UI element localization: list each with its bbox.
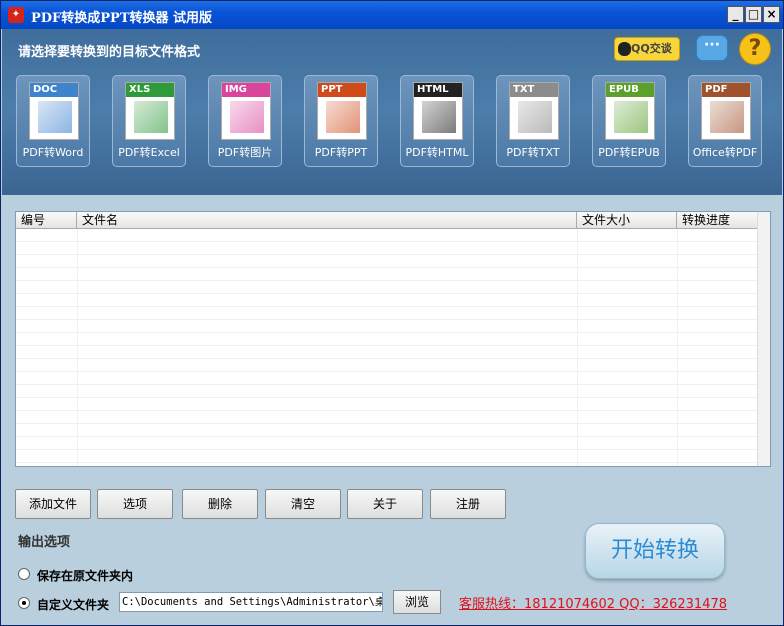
add-file-button[interactable]: 添加文件 — [15, 489, 91, 519]
clear-button[interactable]: 清空 — [265, 489, 341, 519]
format-label: PDF转TXT — [506, 146, 560, 159]
radio-original-label[interactable]: 保存在原文件夹内 — [37, 567, 133, 584]
delete-button[interactable]: 删除 — [182, 489, 258, 519]
format-band: HTML — [414, 83, 462, 97]
format-tile-epub[interactable]: EPUB PDF转EPUB — [592, 75, 666, 167]
format-label: PDF转图片 — [217, 146, 273, 159]
output-path-field[interactable]: C:\Documents and Settings\Administrator\… — [119, 592, 383, 612]
app-window: ✦ PDF转换成PPT转换器 试用版 _ □ × 请选择要转换到的目标文件格式 … — [0, 0, 784, 626]
table-row[interactable] — [16, 411, 758, 424]
table-row[interactable] — [16, 255, 758, 268]
format-art — [710, 101, 744, 133]
minimize-button[interactable]: _ — [727, 6, 744, 23]
format-label: PDF转Excel — [118, 146, 180, 159]
pdf-app-icon: ✦ — [8, 7, 24, 23]
format-label: Office转PDF — [692, 146, 758, 159]
title-bar: ✦ PDF转换成PPT转换器 试用版 _ □ × — [1, 1, 783, 29]
format-art — [134, 101, 168, 133]
format-tile-pdf[interactable]: PDF Office转PDF — [688, 75, 762, 167]
table-row[interactable] — [16, 320, 758, 333]
radio-original-indicator[interactable] — [18, 568, 30, 580]
question-icon[interactable]: ? — [739, 33, 771, 65]
format-tile-txt[interactable]: TXT PDF转TXT — [496, 75, 570, 167]
table-row[interactable] — [16, 333, 758, 346]
window-title: PDF转换成PPT转换器 试用版 — [31, 11, 213, 26]
format-band: PDF — [702, 83, 750, 97]
qq-chat-button[interactable]: QQ交谈 — [614, 37, 680, 61]
format-band: IMG — [222, 83, 270, 97]
output-options-title: 输出选项 — [18, 535, 71, 550]
epub-document-icon: EPUB — [605, 82, 655, 140]
format-art — [38, 101, 72, 133]
close-button[interactable]: × — [763, 6, 780, 23]
table-row[interactable] — [16, 398, 758, 411]
column-divider — [577, 229, 578, 466]
format-art — [614, 101, 648, 133]
maximize-button[interactable]: □ — [745, 6, 762, 23]
column-divider — [677, 229, 678, 466]
table-row[interactable] — [16, 437, 758, 450]
format-art — [326, 101, 360, 133]
format-art — [422, 101, 456, 133]
format-tile-doc[interactable]: DOC PDF转Word — [16, 75, 90, 167]
format-band: XLS — [126, 83, 174, 97]
table-scrollbar[interactable] — [757, 212, 770, 466]
file-table[interactable]: 编号 文件名 文件大小 转换进度 — [15, 211, 771, 467]
browse-button[interactable]: 浏览 — [393, 590, 441, 614]
table-row[interactable] — [16, 242, 758, 255]
format-tile-ppt[interactable]: PPT PDF转PPT — [304, 75, 378, 167]
html-document-icon: HTML — [413, 82, 463, 140]
col-filesize[interactable]: 文件大小 — [577, 212, 677, 229]
register-button[interactable]: 注册 — [430, 489, 506, 519]
radio-custom-indicator[interactable] — [18, 597, 30, 609]
format-prompt: 请选择要转换到的目标文件格式 — [18, 45, 201, 60]
table-row[interactable] — [16, 372, 758, 385]
col-progress[interactable]: 转换进度 — [677, 212, 758, 229]
chat-bubble-icon[interactable]: ··· — [696, 35, 728, 61]
format-label: PDF转HTML — [405, 146, 469, 159]
table-header: 编号 文件名 文件大小 转换进度 — [16, 212, 770, 229]
hotline-link[interactable]: 客服热线：18121074602 QQ：326231478 — [459, 593, 727, 612]
format-tile-html[interactable]: HTML PDF转HTML — [400, 75, 474, 167]
pdf-document-icon: PDF — [701, 82, 751, 140]
qq-chat-label: QQ交谈 — [631, 42, 672, 55]
table-row[interactable] — [16, 281, 758, 294]
format-tile-xls[interactable]: XLS PDF转Excel — [112, 75, 186, 167]
format-art — [518, 101, 552, 133]
table-row[interactable] — [16, 268, 758, 281]
table-row[interactable] — [16, 450, 758, 463]
format-art — [230, 101, 264, 133]
ppt-document-icon: PPT — [317, 82, 367, 140]
format-band: DOC — [30, 83, 78, 97]
format-label: PDF转PPT — [314, 146, 368, 159]
about-button[interactable]: 关于 — [347, 489, 423, 519]
start-convert-button[interactable]: 开始转换 — [585, 523, 725, 579]
table-row[interactable] — [16, 385, 758, 398]
radio-custom-label[interactable]: 自定义文件夹 — [37, 596, 109, 613]
table-row[interactable] — [16, 294, 758, 307]
format-tile-img[interactable]: IMG PDF转图片 — [208, 75, 282, 167]
txt-document-icon: TXT — [509, 82, 559, 140]
xls-document-icon: XLS — [125, 82, 175, 140]
options-button[interactable]: 选项 — [97, 489, 173, 519]
table-row[interactable] — [16, 359, 758, 372]
col-filename[interactable]: 文件名 — [77, 212, 577, 229]
col-number[interactable]: 编号 — [16, 212, 77, 229]
img-document-icon: IMG — [221, 82, 271, 140]
format-band: PPT — [318, 83, 366, 97]
table-row[interactable] — [16, 229, 758, 242]
qq-penguin-icon — [618, 42, 631, 56]
format-header: 请选择要转换到的目标文件格式 QQ交谈 ··· ? DOC PDF转Word XLS… — [2, 29, 782, 195]
table-row[interactable] — [16, 307, 758, 320]
doc-document-icon: DOC — [29, 82, 79, 140]
table-row[interactable] — [16, 424, 758, 437]
format-band: EPUB — [606, 83, 654, 97]
format-band: TXT — [510, 83, 558, 97]
table-row[interactable] — [16, 346, 758, 359]
format-label: PDF转Word — [22, 146, 84, 159]
format-label: PDF转EPUB — [598, 146, 660, 159]
column-divider — [77, 229, 78, 466]
format-list: DOC PDF转Word XLS PDF转Excel IMG PDF转图片 PPT PDF转P… — [16, 75, 776, 171]
